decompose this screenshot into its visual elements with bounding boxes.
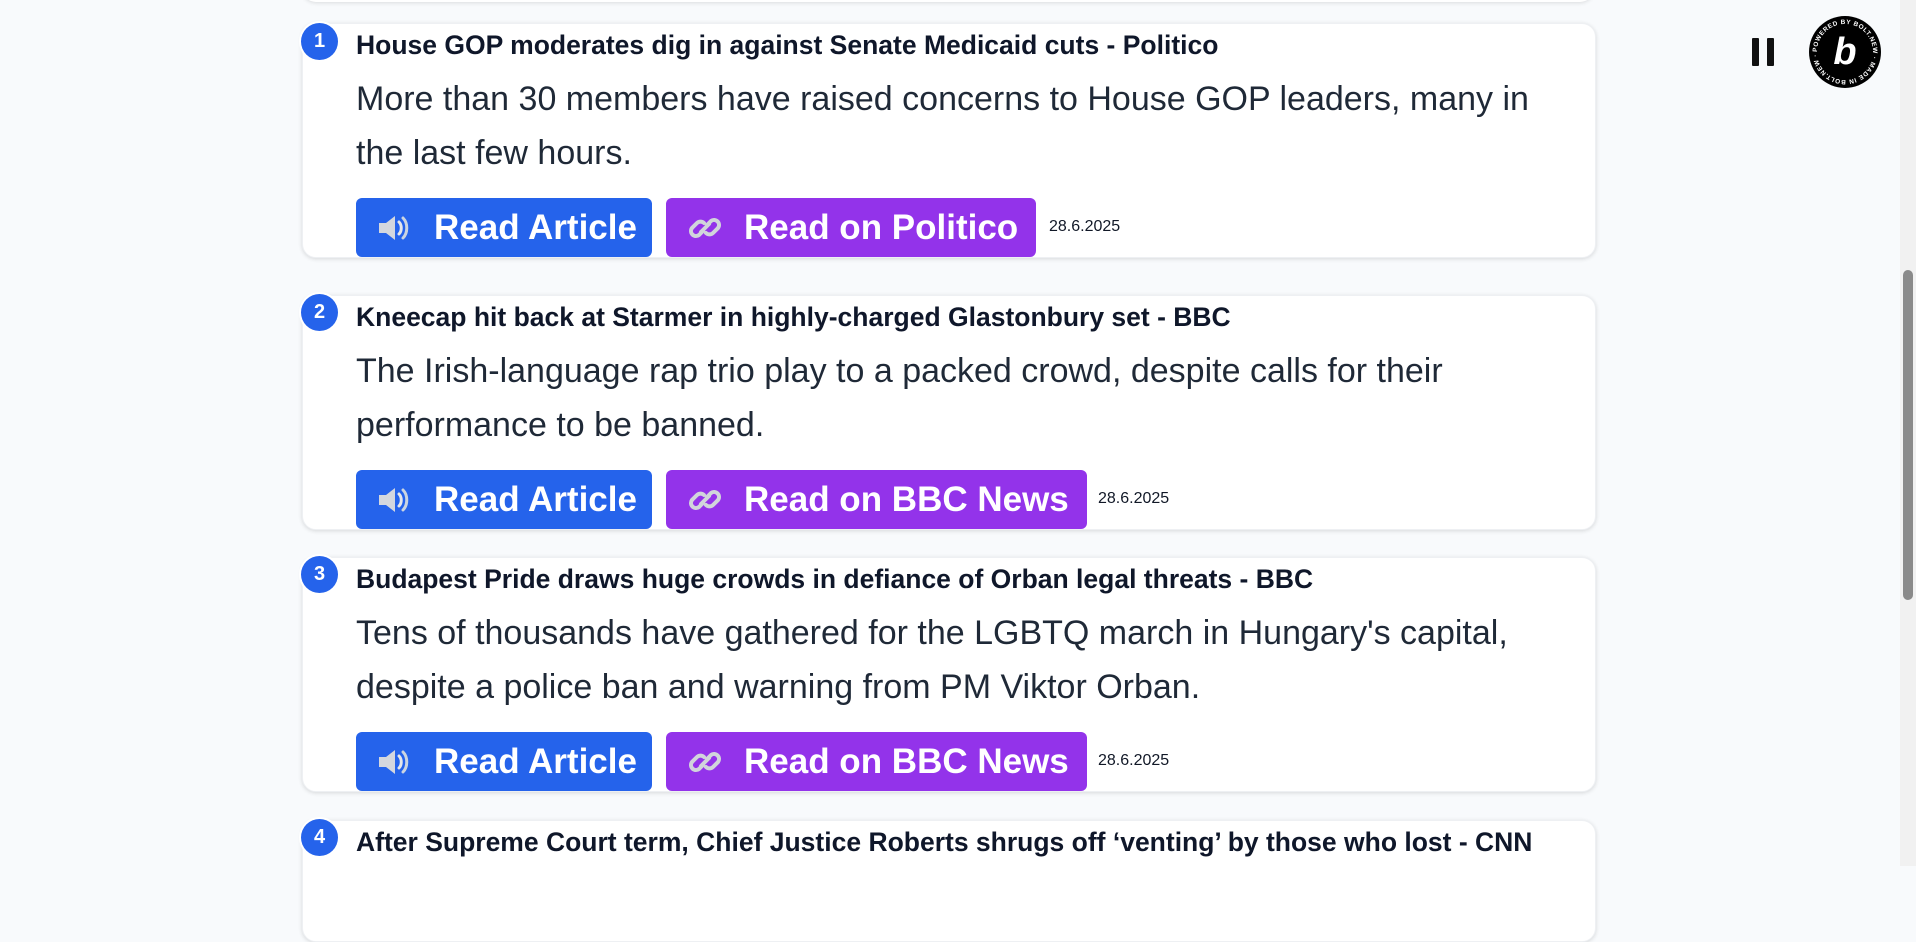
previous-article-card (302, 0, 1594, 2)
article-date: 28.6.2025 (1098, 752, 1170, 769)
article-card: Kneecap hit back at Starmer in highly-ch… (302, 295, 1596, 530)
scrollbar-thumb[interactable] (1903, 270, 1913, 600)
article-title: After Supreme Court term, Chief Justice … (356, 827, 1533, 857)
read-on-source-label: Read on BBC News (744, 479, 1069, 519)
bolt-badge-icon[interactable]: POWERED BY BOLT.NEW · MADE IN BOLT.NEW ·… (1809, 16, 1881, 88)
article-date: 28.6.2025 (1049, 218, 1121, 235)
article-card: After Supreme Court term, Chief Justice … (302, 820, 1596, 942)
article-description: More than 30 members have raised concern… (356, 80, 1529, 172)
vertical-scrollbar[interactable] (1900, 0, 1916, 866)
article-number-badge: 2 (301, 294, 338, 331)
article-title: Kneecap hit back at Starmer in highly-ch… (356, 302, 1231, 332)
read-article-label: Read Article (434, 741, 637, 781)
link-icon (688, 483, 722, 517)
read-on-source-button[interactable]: Read on BBC News (666, 732, 1087, 791)
read-article-label: Read Article (434, 479, 637, 519)
read-article-label: Read Article (434, 207, 637, 247)
read-article-button[interactable]: Read Article (356, 198, 652, 257)
article-description: Tens of thousands have gathered for the … (356, 614, 1508, 706)
article-date: 28.6.2025 (1098, 490, 1170, 507)
article-number-badge: 1 (301, 23, 338, 60)
pause-bar-left (1752, 38, 1759, 66)
article-description: The Irish-language rap trio play to a pa… (356, 352, 1443, 444)
article-card: Budapest Pride draws huge crowds in defi… (302, 557, 1596, 792)
link-icon (688, 211, 722, 245)
article-card: House GOP moderates dig in against Senat… (302, 23, 1596, 258)
read-on-source-button[interactable]: Read on BBC News (666, 470, 1087, 529)
article-title: House GOP moderates dig in against Senat… (356, 30, 1219, 60)
article-title: Budapest Pride draws huge crowds in defi… (356, 564, 1314, 594)
speaker-icon (378, 214, 412, 242)
article-number-badge: 3 (301, 556, 338, 593)
pause-bar-right (1767, 38, 1774, 66)
pause-icon[interactable] (1752, 38, 1774, 66)
read-on-source-button[interactable]: Read on Politico (666, 198, 1037, 257)
read-article-button[interactable]: Read Article (356, 732, 652, 791)
link-icon (688, 745, 722, 779)
speaker-icon (378, 486, 412, 514)
read-on-source-label: Read on BBC News (744, 741, 1069, 781)
speaker-icon (378, 748, 412, 776)
read-article-button[interactable]: Read Article (356, 470, 652, 529)
badge-letter: b (1833, 31, 1856, 73)
article-number-badge: 4 (301, 819, 338, 856)
read-on-source-label: Read on Politico (744, 207, 1019, 247)
